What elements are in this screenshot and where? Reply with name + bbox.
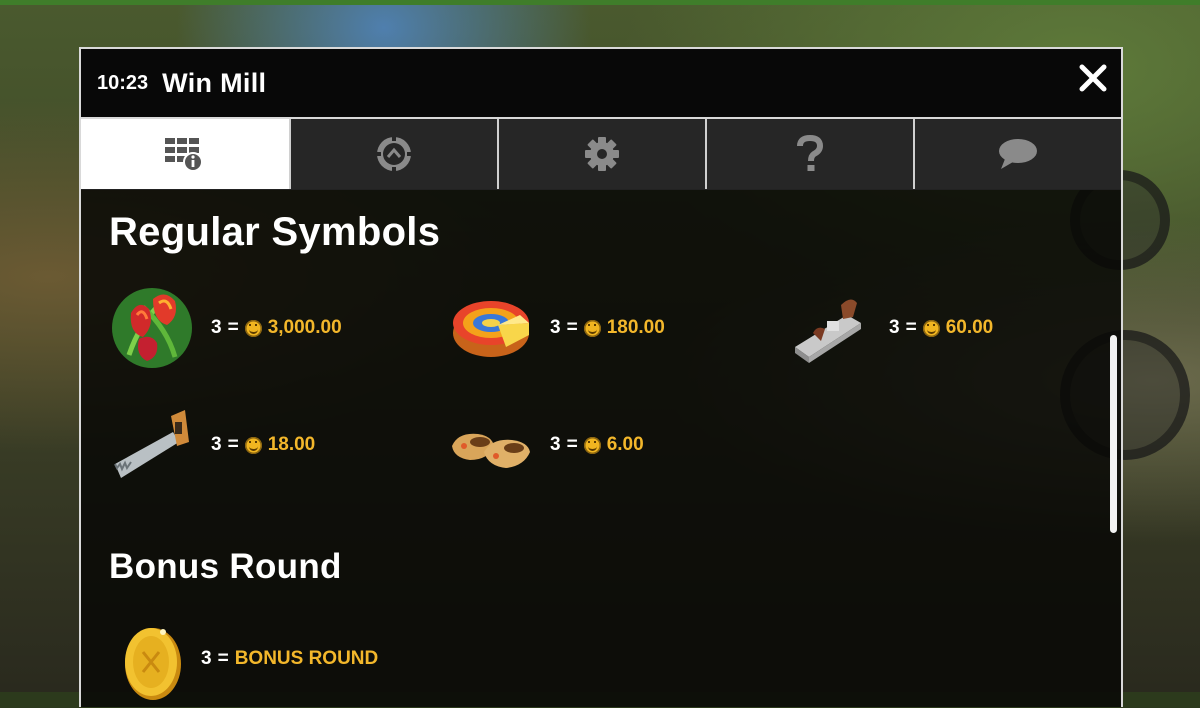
coin-icon [583,436,601,454]
coin-icon [244,319,262,337]
saw-icon [109,402,195,488]
tulips-icon [109,285,195,371]
payout: 3 = 180.00 [550,317,665,339]
paytable-content: Regular Symbols 3 = 3,000.00 3 = 180.00 … [81,190,1121,708]
scrollbar-thumb[interactable] [1110,335,1117,533]
symbol-row: 3 = BONUS ROUND [109,616,378,702]
coin-icon [922,319,940,337]
symbol-row: 3 = 180.00 [448,285,665,371]
coin-icon [583,319,601,337]
symbol-count: 3 [550,317,561,338]
symbol-row: 3 = 60.00 [787,285,993,371]
symbol-count: 3 [211,434,222,455]
equals-sign: = [905,317,917,338]
coin-icon [244,436,262,454]
tab-bar [81,119,1121,190]
chip-icon [376,136,412,172]
tab-chat[interactable] [913,119,1121,189]
title-bar: 10:23 Win Mill [81,49,1121,119]
cheese-wheel-icon [448,285,534,371]
symbol-count: 3 [889,317,900,338]
symbol-count: 3 [211,317,222,338]
payout-amount: 3,000.00 [267,317,342,338]
symbol-row: 3 = 6.00 [448,402,644,488]
close-button[interactable] [1075,61,1111,97]
payout: 3 = 60.00 [889,317,993,339]
tab-paytable[interactable] [81,119,289,189]
payout-amount: 60.00 [945,317,994,338]
symbol-row: 3 = 18.00 [109,402,315,488]
equals-sign: = [566,317,578,338]
payout: 3 = 3,000.00 [211,317,342,339]
close-icon [1079,64,1107,92]
symbol-count: 3 [201,648,212,669]
payout: 3 = 6.00 [550,434,644,456]
payout: 3 = BONUS ROUND [201,648,378,670]
hand-plane-icon [787,285,873,371]
tab-help[interactable] [705,119,913,189]
bonus-round-heading: Bonus Round [109,547,342,586]
paytable-dialog: 10:23 Win Mill Regular Symbols 3 = 3,000… [79,47,1123,707]
payout-amount: 18.00 [267,434,316,455]
paytable-icon [165,138,203,172]
payout: 3 = 18.00 [211,434,315,456]
tab-bet[interactable] [289,119,497,189]
question-icon [797,135,824,171]
clock: 10:23 [97,71,149,94]
payout-amount: 180.00 [606,317,665,338]
regular-symbols-heading: Regular Symbols [109,210,441,254]
equals-sign: = [566,434,578,455]
symbol-row: 3 = 3,000.00 [109,285,342,371]
bonus-round-label: BONUS ROUND [234,648,379,669]
payout-amount: 6.00 [606,434,644,455]
symbol-count: 3 [550,434,561,455]
equals-sign: = [217,648,229,669]
gold-coin-icon [109,616,195,702]
equals-sign: = [227,317,239,338]
chat-bubble-icon [999,139,1037,169]
game-title: Win Mill [162,67,267,98]
tab-settings[interactable] [497,119,705,189]
gear-icon [585,137,619,171]
equals-sign: = [227,434,239,455]
clogs-icon [448,402,534,488]
